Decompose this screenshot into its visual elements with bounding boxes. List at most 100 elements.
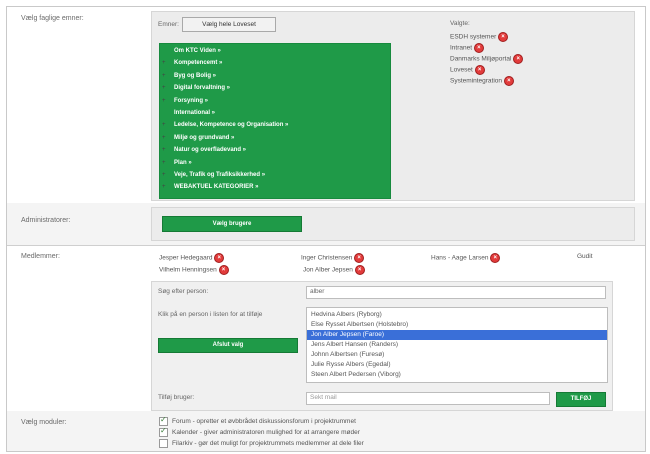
category-item[interactable]: Om KTC Viden » bbox=[174, 48, 221, 54]
selected-topic: Intranet × bbox=[450, 43, 484, 53]
module-option[interactable]: Kalender - giver administratoren mulighe… bbox=[159, 426, 360, 437]
person-results-list[interactable]: Hedvina Albers (Ryborg) Else Rysset Alber… bbox=[306, 307, 608, 383]
category-item[interactable]: + Miljø og grundvand » bbox=[162, 134, 235, 141]
expand-icon[interactable]: + bbox=[162, 184, 166, 190]
expand-icon[interactable]: + bbox=[162, 160, 166, 166]
add-user-label: Tilføj bruger: bbox=[158, 394, 195, 401]
member-chip: Jesper Hedegaard × bbox=[159, 253, 225, 263]
medlemmer-label: Medlemmer: bbox=[21, 253, 60, 260]
member-chip: Hans - Aage Larsen × bbox=[431, 253, 501, 263]
member-name: Jon Alber Jepsen bbox=[303, 266, 355, 274]
category-label: Natur og overfladevand » bbox=[174, 147, 247, 154]
expand-icon[interactable]: + bbox=[162, 73, 166, 79]
expand-icon[interactable]: + bbox=[162, 135, 166, 141]
remove-icon[interactable]: × bbox=[498, 32, 509, 42]
choose-users-button[interactable]: Vælg brugere bbox=[162, 216, 302, 232]
module-checkbox[interactable] bbox=[159, 426, 168, 437]
category-label: International » bbox=[174, 110, 216, 116]
faglige-label: Vælg faglige emner: bbox=[21, 15, 84, 22]
remove-member-icon[interactable]: × bbox=[214, 253, 225, 263]
member-search-panel: Søg efter person: alber Klik på en perso… bbox=[151, 281, 613, 411]
selected-topic: Loveset × bbox=[450, 65, 485, 75]
person-result-option[interactable]: Jens Albert Hansen (Randers) bbox=[311, 340, 398, 350]
add-user-input[interactable]: Sekt mail bbox=[306, 392, 550, 405]
person-result-option[interactable]: Johnn Albertsen (Furesø) bbox=[311, 350, 384, 360]
category-label: Forsyning » bbox=[174, 97, 209, 104]
person-result-option[interactable]: Steen Albert Pedersen (Viborg) bbox=[311, 370, 401, 380]
category-item[interactable]: + Natur og overfladevand » bbox=[162, 147, 247, 154]
category-label: Veje, Trafik og Trafiksikkerhed » bbox=[174, 172, 266, 178]
admin-label: Administratorer: bbox=[21, 217, 71, 224]
category-label: Plan » bbox=[174, 159, 192, 166]
category-item[interactable]: + WEBAKTUEL KATEGORIER » bbox=[162, 184, 259, 191]
member-name: Jesper Hedegaard bbox=[159, 254, 215, 262]
remove-member-icon[interactable]: × bbox=[490, 253, 501, 263]
emner-label: Emner: bbox=[158, 21, 179, 28]
selected-topic: Systemintegration × bbox=[450, 76, 514, 86]
expand-icon[interactable]: + bbox=[162, 147, 166, 153]
member-extra: Gudit bbox=[577, 253, 593, 260]
category-item[interactable]: + Plan » bbox=[162, 159, 192, 166]
remove-member-icon[interactable]: × bbox=[354, 265, 365, 275]
finish-selection-button[interactable]: Afslut valg bbox=[158, 338, 298, 353]
person-search-input[interactable]: alber bbox=[306, 286, 606, 299]
module-option[interactable]: Forum - opretter et øvbbrådet diskussion… bbox=[159, 415, 356, 426]
member-name: Vilhelm Henningsen bbox=[159, 266, 219, 274]
module-label: Filarkiv - gør det muligt for projektrum… bbox=[172, 440, 364, 448]
valgte-label: Valgte: bbox=[450, 20, 470, 27]
remove-icon[interactable]: × bbox=[503, 76, 514, 86]
category-item[interactable]: + Byg og Bolig » bbox=[162, 72, 216, 79]
category-label: Digital forvaltning » bbox=[174, 85, 231, 92]
member-name: Hans - Aage Larsen bbox=[431, 254, 491, 262]
member-chip: Inger Christensen × bbox=[301, 253, 365, 263]
selected-topic-label: Danmarks Miljøportal bbox=[450, 55, 514, 63]
category-item[interactable]: + Forsyning » bbox=[162, 97, 209, 104]
selected-topic-label: ESDH systemer bbox=[450, 33, 499, 41]
category-item[interactable]: International » bbox=[174, 110, 215, 116]
select-all-button[interactable]: Vælg hele Loveset bbox=[182, 17, 276, 32]
expand-icon[interactable]: + bbox=[162, 85, 166, 91]
remove-icon[interactable]: × bbox=[473, 43, 484, 53]
settings-form: Vælg faglige emner: Emner: Vælg hele Lov… bbox=[6, 6, 646, 452]
category-label: Ledelse, Kompetence og Organisation » bbox=[174, 122, 289, 129]
person-result-option[interactable]: Else Rysset Albertsen (Holstebro) bbox=[311, 320, 408, 330]
module-label: Forum - opretter et øvbbrådet diskussion… bbox=[172, 418, 356, 426]
expand-icon[interactable]: + bbox=[162, 98, 166, 104]
category-label: Miljø og grundvand » bbox=[174, 134, 235, 141]
category-item[interactable]: + Kompetencemt » bbox=[162, 60, 222, 66]
row-faglige-emner: Vælg faglige emner: Emner: Vælg hele Lov… bbox=[7, 7, 645, 204]
row-administratorer: Administratorer: Vælg brugere bbox=[7, 203, 645, 246]
person-result-option[interactable]: Julie Rysse Albers (Egedal) bbox=[311, 360, 390, 370]
row-moduler: Vælg moduler: Forum - opretter et øvbbrå… bbox=[7, 411, 645, 451]
selected-topic: Danmarks Miljøportal × bbox=[450, 54, 524, 64]
category-label: Byg og Bolig » bbox=[174, 72, 216, 79]
selected-topic: ESDH systemer × bbox=[450, 32, 509, 42]
add-user-button[interactable]: TILFØJ bbox=[556, 392, 606, 407]
selected-topic-label: Intranet bbox=[450, 44, 474, 52]
click-hint: Klik på en person i listen for at tilføj… bbox=[158, 311, 263, 318]
category-item[interactable]: + Ledelse, Kompetence og Organisation » bbox=[162, 122, 289, 129]
module-label: Kalender - giver administratoren mulighe… bbox=[172, 429, 360, 437]
admin-panel: Vælg brugere bbox=[151, 207, 635, 241]
remove-member-icon[interactable]: × bbox=[218, 265, 229, 275]
expand-icon[interactable]: + bbox=[162, 122, 166, 128]
remove-icon[interactable]: × bbox=[513, 54, 524, 64]
expand-icon[interactable]: + bbox=[162, 172, 166, 178]
category-tree: Om KTC Viden » + Kompetencemt » + Byg og Bol… bbox=[159, 43, 391, 199]
module-checkbox[interactable] bbox=[159, 415, 168, 426]
category-item[interactable]: + Digital forvaltning » bbox=[162, 85, 231, 92]
row-medlemmer: Medlemmer: Jesper Hedegaard × Inger Chris… bbox=[7, 245, 645, 412]
category-item[interactable]: + Veje, Trafik og Trafiksikkerhed » bbox=[162, 172, 266, 178]
expand-icon[interactable]: + bbox=[162, 60, 166, 66]
person-result-option[interactable]: Jon Alber Jepsen (Faroe) bbox=[307, 330, 607, 340]
module-option[interactable]: Filarkiv - gør det muligt for projektrum… bbox=[159, 439, 364, 448]
category-label: WEBAKTUEL KATEGORIER » bbox=[174, 184, 259, 191]
moduler-label: Vælg moduler: bbox=[21, 419, 67, 426]
selected-topic-label: Loveset bbox=[450, 66, 475, 74]
person-result-option[interactable]: Hedvina Albers (Ryborg) bbox=[311, 310, 382, 320]
remove-member-icon[interactable]: × bbox=[354, 253, 365, 263]
remove-icon[interactable]: × bbox=[474, 65, 485, 75]
member-name: Inger Christensen bbox=[301, 254, 355, 262]
module-checkbox[interactable] bbox=[159, 439, 168, 448]
category-label: Om KTC Viden » bbox=[174, 48, 221, 54]
